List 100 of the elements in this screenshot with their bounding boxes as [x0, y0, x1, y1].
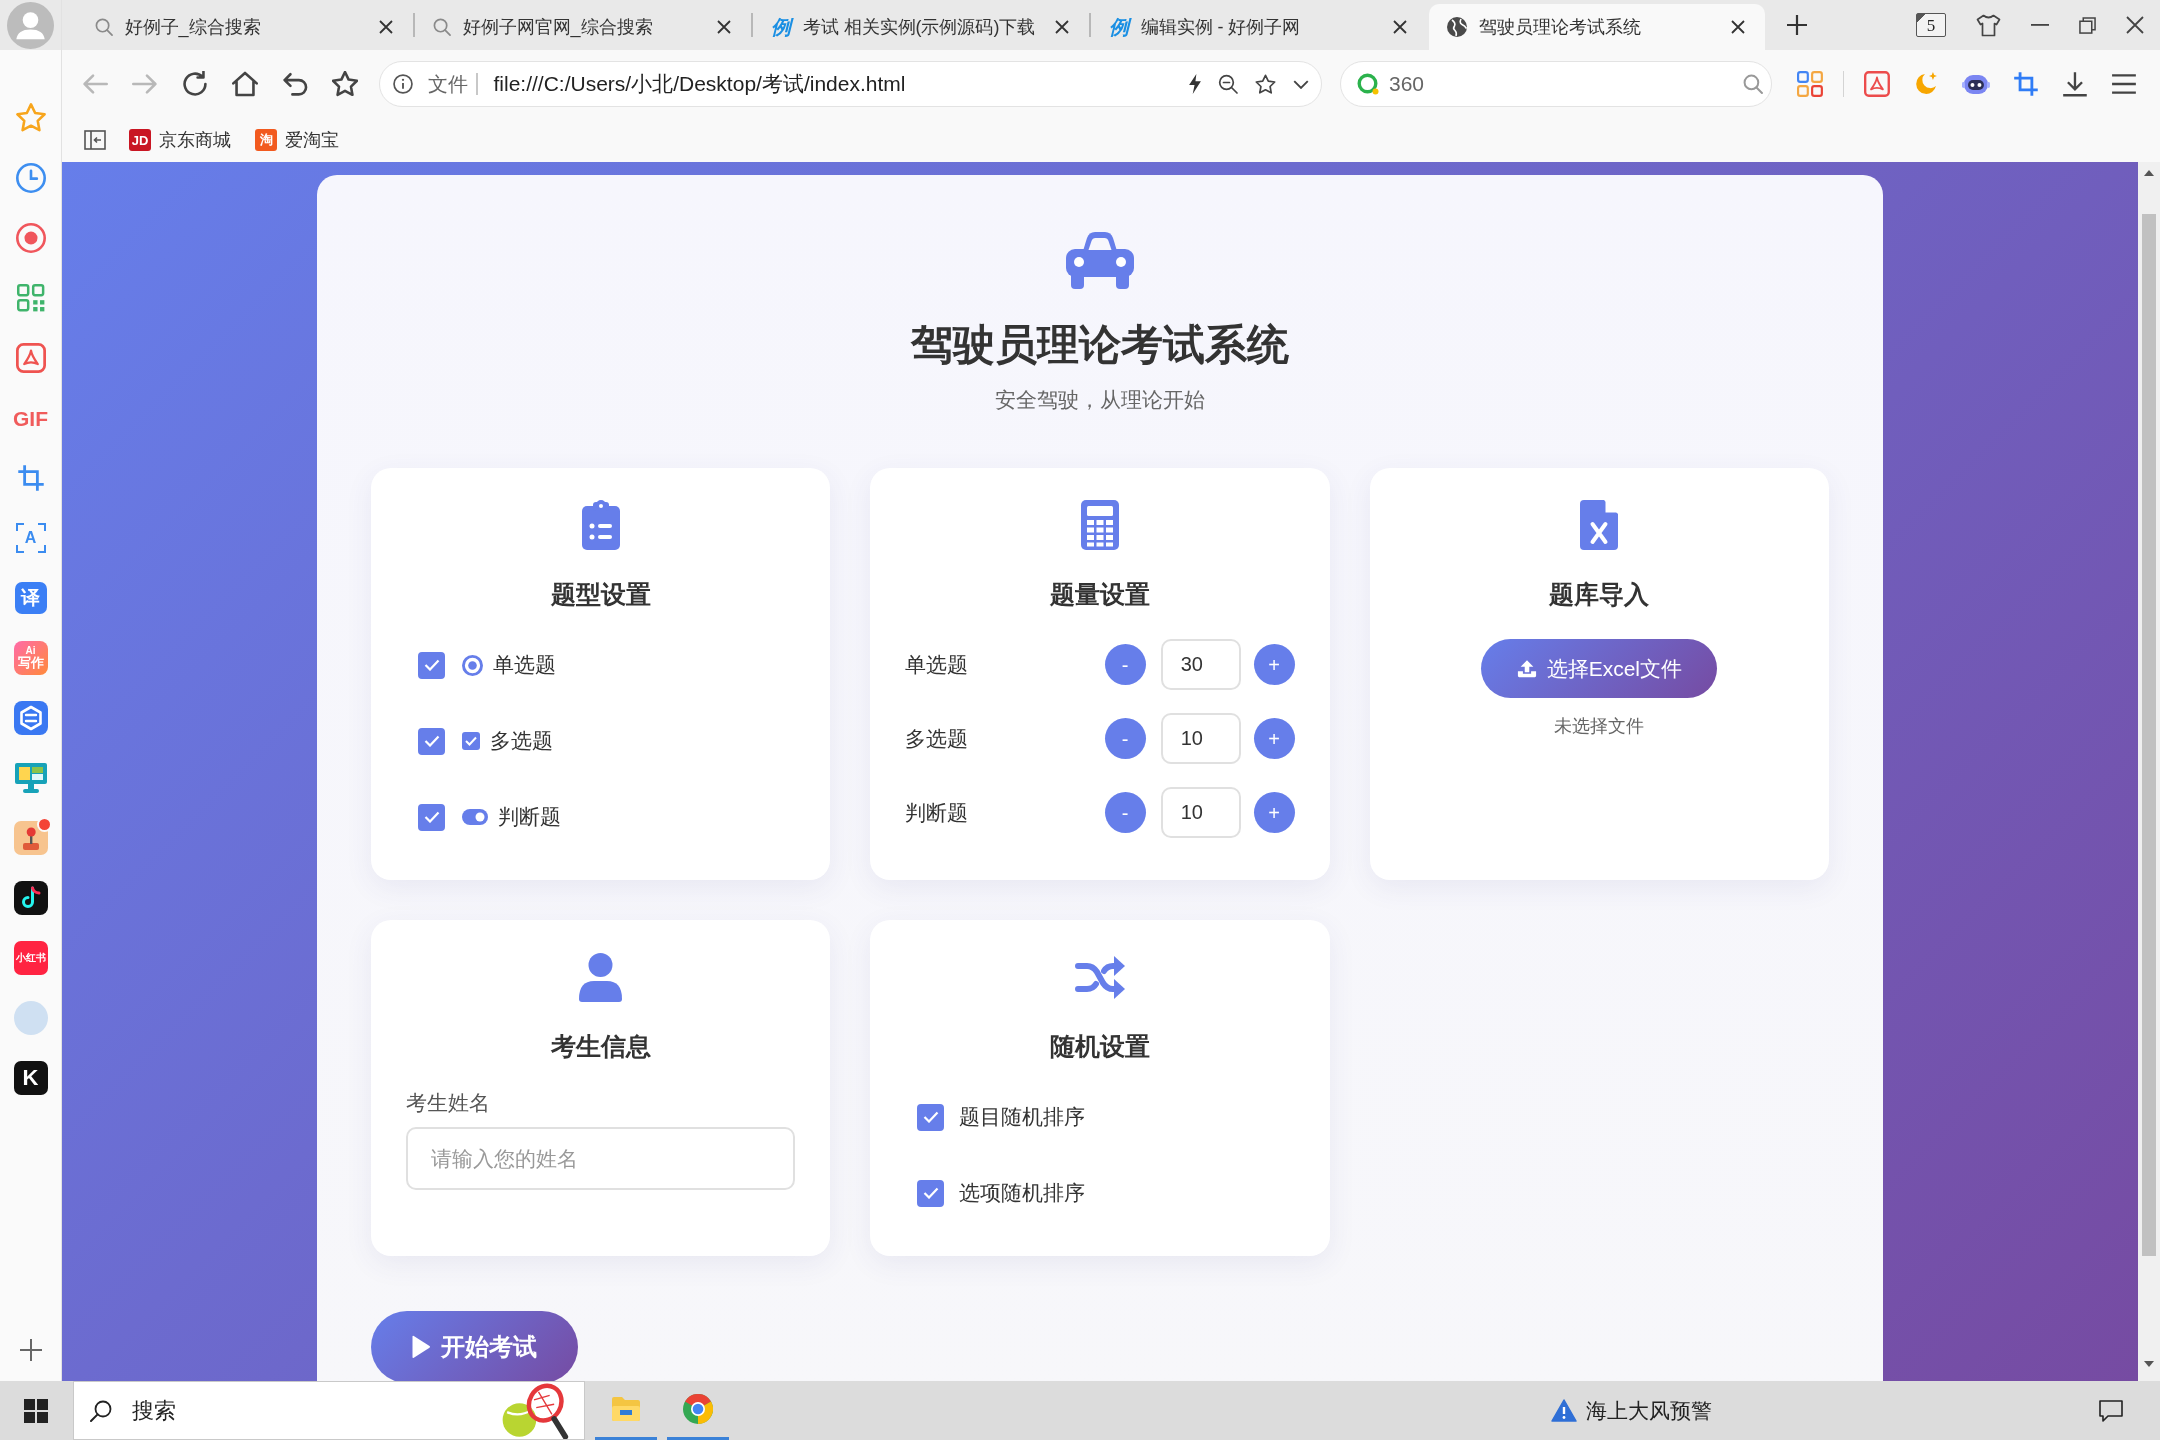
undo-icon[interactable] — [282, 71, 308, 97]
shirt-icon[interactable] — [1976, 13, 2001, 37]
scroll-up-icon[interactable] — [2144, 170, 2154, 176]
checkbox[interactable] — [418, 651, 445, 679]
translate-button[interactable]: 译 — [14, 582, 47, 614]
qr-code-icon[interactable] — [16, 284, 45, 312]
clipboard-list-icon — [581, 500, 620, 550]
number-field[interactable]: 30 — [1160, 639, 1241, 690]
apps-grid-icon[interactable] — [1797, 71, 1823, 97]
crop-icon[interactable] — [2013, 71, 2040, 97]
address-bar[interactable]: 文件 file:///C:/Users/小北/Desktop/考试/index.html — [379, 61, 1322, 107]
increment-button[interactable]: + — [1253, 644, 1295, 685]
name-input[interactable]: 请输入您的姓名 — [406, 1127, 796, 1190]
plus-icon[interactable] — [19, 1339, 42, 1361]
search-bar[interactable]: 360 — [1340, 61, 1772, 107]
browser-tab[interactable]: 例 编辑实例 - 好例子网 — [1090, 4, 1427, 50]
music-note-tile-icon[interactable] — [13, 881, 48, 915]
notes-app-button[interactable]: 小红书 — [13, 941, 48, 975]
checkbox[interactable] — [917, 1179, 945, 1207]
close-icon[interactable] — [2126, 16, 2144, 34]
checkbox[interactable] — [418, 803, 445, 831]
choose-file-button[interactable]: 选择Excel文件 — [1481, 639, 1718, 698]
check-icon — [423, 735, 440, 747]
info-icon[interactable] — [393, 74, 413, 94]
home-icon[interactable] — [232, 71, 258, 97]
shuffle-icon — [1075, 953, 1125, 1001]
warning-icon[interactable] — [1551, 1399, 1577, 1422]
check-icon — [423, 659, 440, 671]
bookmark-link[interactable]: 淘 爱淘宝 — [255, 128, 339, 152]
zoom-out-icon[interactable] — [1218, 74, 1238, 94]
decrement-button[interactable]: - — [1104, 718, 1146, 759]
download-icon[interactable] — [2062, 71, 2089, 97]
plus-icon[interactable] — [1787, 15, 1807, 35]
tab-count-button[interactable]: 5 — [1916, 13, 1946, 37]
notification-icon[interactable] — [2099, 1399, 2123, 1422]
card-title: 考生信息 — [549, 1031, 652, 1062]
clock-icon[interactable] — [15, 163, 46, 193]
browser-tab[interactable]: 好例子网官网_综合搜索 — [414, 4, 751, 50]
scrollbar-thumb[interactable] — [2142, 214, 2156, 1256]
search-input[interactable]: 360 — [1389, 72, 1743, 96]
increment-button[interactable]: + — [1253, 792, 1295, 833]
reload-icon[interactable] — [182, 71, 208, 97]
close-icon[interactable] — [1055, 20, 1069, 34]
lightning-icon[interactable] — [1189, 74, 1201, 94]
close-icon[interactable] — [1393, 20, 1407, 34]
joystick-tile-icon[interactable] — [13, 821, 48, 855]
search-icon — [90, 1399, 112, 1422]
number-field[interactable]: 10 — [1160, 787, 1241, 838]
star-icon[interactable] — [332, 71, 358, 97]
site-logo: JD — [129, 129, 151, 151]
close-icon[interactable] — [379, 20, 393, 34]
windows-logo-icon[interactable] — [24, 1398, 48, 1423]
scroll-down-icon[interactable] — [2144, 1361, 2154, 1367]
browser-tab[interactable]: 好例子_综合搜索 — [76, 4, 413, 50]
scrollbar[interactable] — [2138, 162, 2160, 1381]
taskbar-search-input[interactable]: 搜索 — [132, 1397, 492, 1424]
check-square-icon — [462, 732, 480, 750]
option-label: 单选题 — [493, 652, 556, 678]
star-icon[interactable] — [15, 103, 46, 133]
star-icon[interactable] — [1255, 73, 1276, 95]
increment-button[interactable]: + — [1253, 718, 1295, 759]
bookmark-link[interactable]: JD 京东商城 — [129, 128, 231, 152]
taskbar-search-bar[interactable]: 搜索 — [73, 1381, 585, 1440]
monitor-icon[interactable] — [14, 763, 47, 793]
chevron-down-icon[interactable] — [1293, 79, 1309, 89]
pdf-icon[interactable] — [1864, 71, 1891, 97]
play-icon — [412, 1335, 431, 1359]
robot-icon[interactable] — [1962, 72, 1991, 96]
card-title: 题量设置 — [1049, 579, 1151, 610]
hexagon-tile-icon[interactable] — [13, 701, 48, 735]
checkbox[interactable] — [917, 1103, 945, 1131]
sidebar-toggle-icon[interactable] — [84, 130, 106, 150]
url-text[interactable]: file:///C:/Users/小北/Desktop/考试/index.html — [493, 70, 1172, 98]
menu-icon[interactable] — [2111, 73, 2138, 95]
browser-tab[interactable]: 例 考试 相关实例(示例源码)下载 — [752, 4, 1089, 50]
k-app-button[interactable]: K — [13, 1061, 48, 1095]
option-label: 判断题 — [498, 804, 561, 830]
checkbox[interactable] — [418, 727, 445, 755]
page-subtitle: 安全驾驶，从理论开始 — [994, 387, 1206, 413]
browser-tab[interactable]: 驾驶员理论考试系统 — [1428, 4, 1765, 50]
record-icon[interactable] — [15, 223, 46, 253]
person-icon — [579, 952, 623, 1002]
decrement-button[interactable]: - — [1104, 644, 1146, 685]
alert-text[interactable]: 海上大风预警 — [1586, 1396, 1712, 1425]
folder-icon[interactable] — [611, 1396, 641, 1422]
decrement-button[interactable]: - — [1104, 792, 1146, 833]
crop-icon[interactable] — [16, 464, 45, 492]
close-icon[interactable] — [717, 20, 731, 34]
browser-icon[interactable] — [683, 1394, 713, 1424]
count-label: 多选题 — [905, 725, 970, 752]
pdf-icon[interactable] — [15, 343, 46, 373]
globe-icon — [1446, 17, 1467, 37]
site-logo: 淘 — [255, 129, 277, 151]
start-exam-button[interactable]: 开始考试 — [371, 1311, 578, 1381]
search-icon[interactable] — [1743, 74, 1763, 94]
number-field[interactable]: 10 — [1160, 713, 1241, 764]
restore-icon[interactable] — [2079, 16, 2096, 34]
close-icon[interactable] — [1731, 20, 1745, 34]
count-label: 判断题 — [905, 799, 970, 826]
search-icon — [94, 18, 113, 36]
